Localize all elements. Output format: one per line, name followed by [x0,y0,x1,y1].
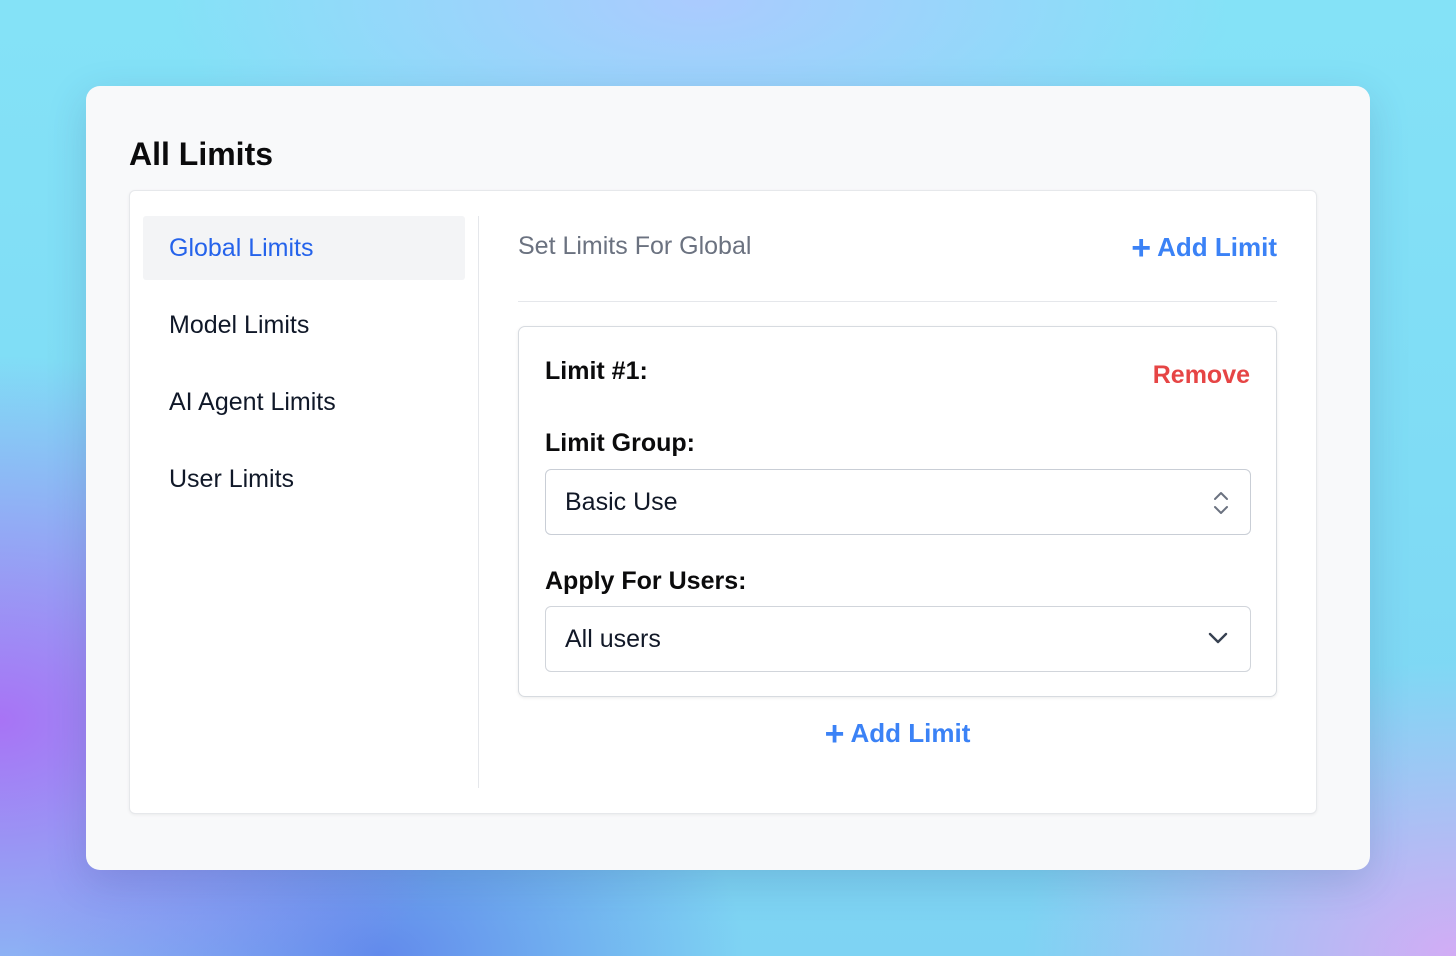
add-limit-label: Add Limit [1157,232,1277,262]
sidebar-item-label: AI Agent Limits [169,387,336,416]
sidebar-item-user-limits[interactable]: User Limits [143,447,465,511]
add-limit-label: Add Limit [850,718,971,748]
sidebar-divider [478,216,479,788]
content-header: Set Limits For Global + Add Limit [518,216,1277,302]
chevron-down-icon [1208,632,1228,644]
plus-icon: + [824,714,845,753]
limit-group-value: Basic Use [565,487,678,516]
limit-card: Limit #1: Remove Limit Group: Basic Use … [518,326,1277,697]
page-title: All Limits [129,136,274,172]
apply-users-value: All users [565,624,661,653]
sidebar-item-ai-agent-limits[interactable]: AI Agent Limits [143,370,465,434]
up-down-chevron-icon [1214,492,1228,514]
plus-icon: + [1131,228,1152,267]
sidebar: Global Limits Model Limits AI Agent Limi… [143,216,465,524]
sidebar-item-label: Global Limits [169,233,314,262]
sidebar-item-global-limits[interactable]: Global Limits [143,216,465,280]
limit-group-select[interactable]: Basic Use [545,469,1251,535]
limits-window: All Limits Global Limits Model Limits AI… [86,86,1370,870]
limit-card-title: Limit #1: [545,357,648,385]
limits-content: Set Limits For Global + Add Limit Limit … [518,216,1277,751]
content-title: Set Limits For Global [518,232,752,260]
limit-group-label: Limit Group: [545,429,695,457]
apply-users-select[interactable]: All users [545,606,1251,672]
sidebar-item-label: User Limits [169,464,295,493]
add-limit-button-top[interactable]: + Add Limit [1131,228,1277,267]
sidebar-item-label: Model Limits [169,310,310,339]
limits-panel: Global Limits Model Limits AI Agent Limi… [129,190,1317,814]
remove-limit-button[interactable]: Remove [1153,361,1250,390]
apply-users-label: Apply For Users: [545,567,747,595]
add-limit-button-bottom[interactable]: + Add Limit [518,714,1277,753]
sidebar-item-model-limits[interactable]: Model Limits [143,293,465,357]
